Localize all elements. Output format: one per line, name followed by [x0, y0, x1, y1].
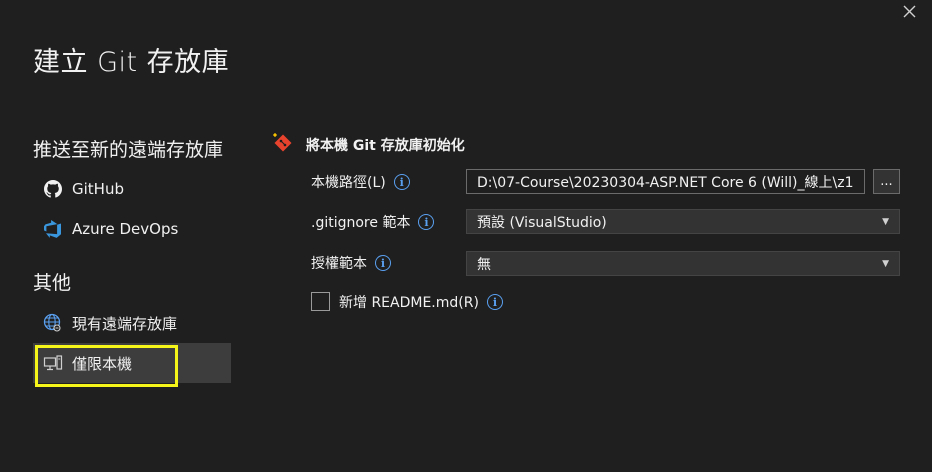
gitignore-value: 預設 (VisualStudio) [477, 214, 607, 231]
azure-devops-icon [43, 219, 63, 239]
git-icon [272, 132, 294, 158]
license-row-label: 授權範本 i [311, 251, 391, 275]
nav-item-github[interactable]: GitHub [33, 169, 231, 209]
info-icon[interactable]: i [486, 294, 503, 310]
nav-item-label: GitHub [72, 180, 124, 198]
dropdown-arrow-icon: ▼ [882, 216, 889, 227]
close-button[interactable] [898, 0, 920, 22]
dialog-title: 建立 Git 存放庫 [33, 47, 230, 78]
push-section-heading: 推送至新的遠端存放庫 [33, 139, 224, 161]
license-value: 無 [477, 256, 491, 273]
gitignore-row-label: .gitignore 範本 i [311, 210, 435, 234]
license-dropdown[interactable]: 無 ▼ [466, 251, 900, 276]
github-icon [43, 179, 63, 199]
nav-item-existing-remote[interactable]: 現有遠端存放庫 [33, 303, 231, 343]
license-label: 授權範本 [311, 256, 367, 272]
readme-row-label: 新增 README.md(R) i [339, 290, 503, 314]
info-icon[interactable]: i [375, 255, 391, 271]
local-path-label: 本機路徑(L) [311, 175, 386, 191]
nav-item-local-only[interactable]: 僅限本機 [33, 343, 231, 383]
gitignore-dropdown[interactable]: 預設 (VisualStudio) ▼ [466, 209, 900, 234]
panel-header-label: 將本機 Git 存放庫初始化 [306, 138, 465, 154]
other-section-heading: 其他 [33, 272, 72, 294]
nav-item-azure-devops[interactable]: Azure DevOps [33, 209, 231, 249]
local-machine-icon [43, 353, 63, 373]
gitignore-label: .gitignore 範本 [311, 215, 411, 231]
local-path-input[interactable]: D:\07-Course\20230304-ASP.NET Core 6 (Wi… [466, 169, 865, 194]
info-icon[interactable]: i [393, 174, 410, 190]
nav-item-label: 現有遠端存放庫 [72, 314, 178, 333]
dropdown-arrow-icon: ▼ [882, 258, 889, 269]
local-path-row-label: 本機路徑(L) i [311, 170, 410, 194]
panel-header: 將本機 Git 存放庫初始化 [272, 132, 465, 158]
nav-item-label: Azure DevOps [72, 220, 179, 238]
globe-icon [43, 313, 63, 333]
info-icon[interactable]: i [418, 214, 435, 230]
nav-item-label: 僅限本機 [72, 354, 133, 373]
browse-button[interactable]: ... [873, 169, 900, 194]
readme-checkbox[interactable] [311, 292, 330, 311]
close-icon [903, 5, 915, 17]
readme-label[interactable]: 新增 README.md(R) [339, 292, 479, 312]
